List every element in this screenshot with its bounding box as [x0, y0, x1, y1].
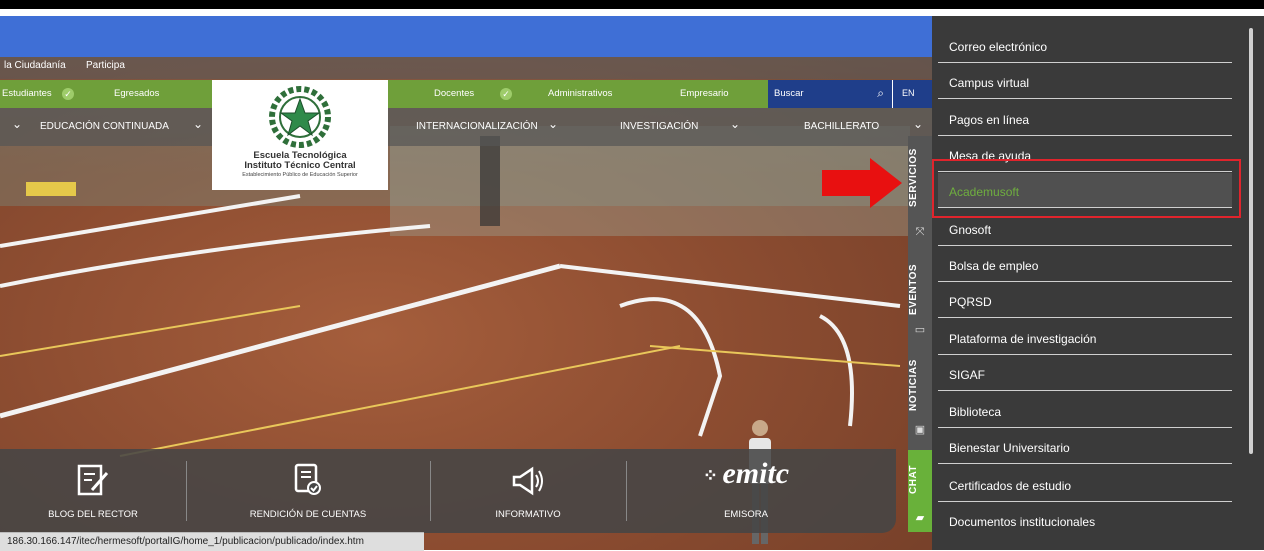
chevron-down-icon[interactable]: ⌄	[12, 117, 22, 131]
quick-link-blog[interactable]: BLOG DEL RECTOR	[0, 449, 186, 533]
logo-line-2: Instituto Técnico Central	[244, 160, 356, 171]
main-nav: ⌄ EDUCACIÓN CONTINUADA ⌄ INTERNACIONALIZ…	[0, 108, 932, 146]
logo-line-3: Establecimiento Público de Educación Sup…	[242, 172, 358, 178]
quick-link-informativo[interactable]: INFORMATIVO	[430, 449, 626, 533]
chevron-down-icon[interactable]: ✓	[500, 88, 512, 100]
news-icon: ▣	[914, 424, 926, 436]
tab-chat[interactable]: CHAT ▰	[908, 450, 932, 532]
audience-bar-right: Docentes ✓ Administrativos Empresario	[388, 80, 768, 108]
tab-servicios[interactable]: SERVICIOS	[908, 136, 932, 220]
calendar-icon: ▭	[914, 324, 926, 336]
highlight-box	[932, 159, 1241, 218]
status-bar: 186.30.166.147/itec/hermesoft/portalIG/h…	[0, 532, 424, 551]
chevron-down-icon[interactable]: ⌄	[730, 117, 740, 131]
link-estudiantes[interactable]: Estudiantes	[2, 88, 52, 99]
audience-bar-left: Estudiantes ✓ Egresados	[0, 80, 212, 108]
arrow-right-icon	[822, 158, 902, 208]
emitc-logo: ⁘ emitc	[702, 457, 790, 490]
chevron-down-icon[interactable]: ✓	[62, 88, 74, 100]
top-links-bar: la Ciudadanía Participa	[0, 57, 932, 79]
link-participa[interactable]: Participa	[86, 60, 125, 71]
link-empresario[interactable]: Empresario	[680, 88, 729, 99]
chevron-down-icon[interactable]: ⌄	[548, 117, 558, 131]
service-item[interactable]: Pagos en línea	[938, 101, 1232, 136]
tab-eventos[interactable]: EVENTOS	[908, 254, 932, 324]
document-check-icon	[186, 463, 430, 502]
tab-noticias[interactable]: NOTICIAS	[908, 350, 932, 420]
chat-icon: ▰	[915, 512, 925, 524]
service-item[interactable]: Bienestar Universitario	[938, 429, 1232, 464]
nav-internacionalizacion[interactable]: INTERNACIONALIZACIÓN	[416, 121, 538, 132]
link-egresados[interactable]: Egresados	[114, 88, 159, 99]
megaphone-icon	[430, 463, 626, 502]
service-item[interactable]: SIGAF	[938, 356, 1232, 391]
service-item[interactable]: Campus virtual	[938, 64, 1232, 99]
chevron-down-icon[interactable]: ⌄	[913, 117, 923, 131]
close-icon[interactable]: ⤧	[914, 226, 926, 238]
service-item[interactable]: Plataforma de investigación	[938, 320, 1232, 355]
chevron-down-icon[interactable]: ⌄	[193, 117, 203, 131]
service-item[interactable]: Biblioteca	[938, 393, 1232, 428]
panel-scrollbar[interactable]	[1249, 28, 1253, 454]
service-item[interactable]: Certificados de estudio	[938, 467, 1232, 502]
quick-link-emisora[interactable]: ⁘ emitc EMISORA	[626, 449, 866, 533]
link-administrativos[interactable]: Administrativos	[548, 88, 612, 99]
quick-links-bar: BLOG DEL RECTOR RENDICIÓN DE CUENTAS INF…	[0, 449, 896, 533]
service-item[interactable]: Documentos institucionales	[938, 503, 1232, 537]
service-item[interactable]: Correo electrónico	[938, 28, 1232, 63]
search-input[interactable]: Buscar ⌕	[768, 80, 892, 108]
search-icon[interactable]: ⌕	[877, 86, 884, 101]
header-blue-bar	[0, 16, 932, 57]
quick-link-rendicion[interactable]: RENDICIÓN DE CUENTAS	[186, 449, 430, 533]
link-docentes[interactable]: Docentes	[434, 88, 474, 99]
nav-investigacion[interactable]: INVESTIGACIÓN	[620, 121, 698, 132]
language-switch[interactable]: EN	[892, 80, 933, 108]
nav-bachillerato[interactable]: BACHILLERATO	[804, 121, 879, 132]
edit-icon	[0, 463, 186, 502]
window-top-edge	[0, 0, 1264, 9]
gear-star-emblem-icon	[269, 86, 331, 148]
link-ciudadania[interactable]: la Ciudadanía	[4, 60, 66, 71]
service-item[interactable]: PQRSD	[938, 283, 1232, 318]
logo[interactable]: Escuela Tecnológica Instituto Técnico Ce…	[212, 80, 388, 190]
nav-educacion-continuada[interactable]: EDUCACIÓN CONTINUADA	[40, 121, 169, 132]
service-item[interactable]: Bolsa de empleo	[938, 247, 1232, 282]
